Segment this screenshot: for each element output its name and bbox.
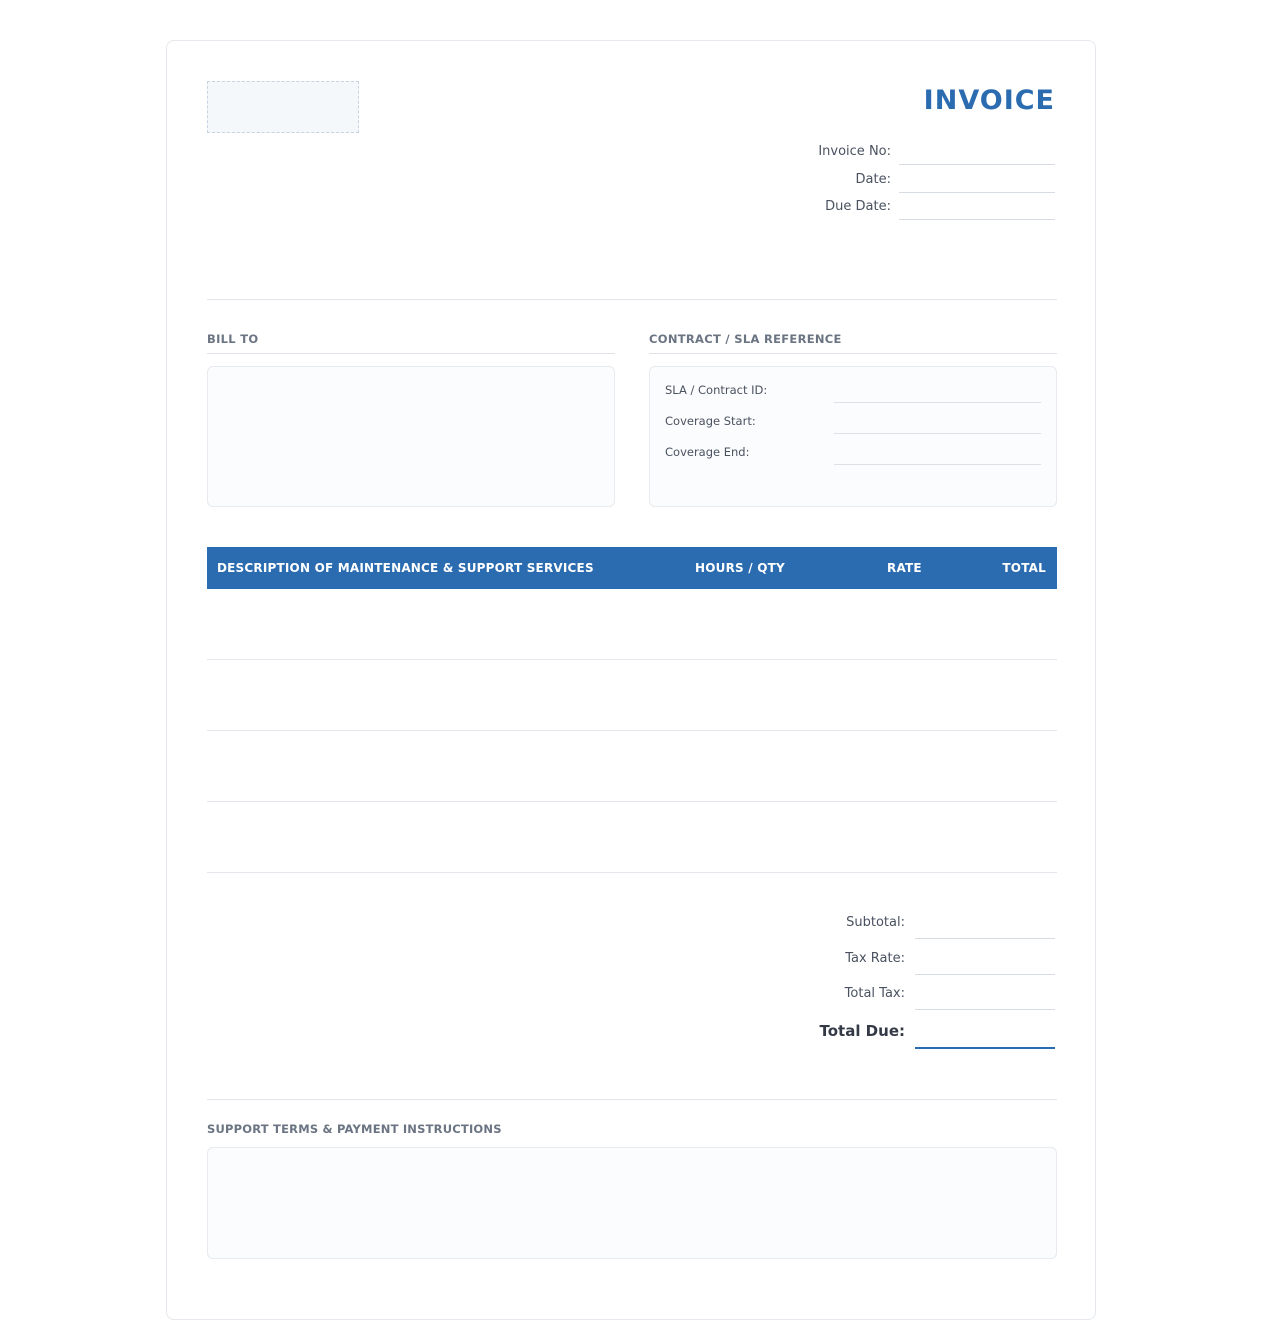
subtotal-label: Subtotal:: [846, 915, 905, 930]
terms-box[interactable]: [207, 1147, 1057, 1259]
column-total: TOTAL: [1002, 561, 1046, 575]
contract-id-label: SLA / Contract ID:: [665, 383, 768, 397]
table-row[interactable]: [207, 731, 1057, 802]
contract-id-field[interactable]: [834, 402, 1041, 403]
bill-to-label: BILL TO: [207, 332, 615, 354]
contract-box: SLA / Contract ID: Coverage Start: Cover…: [649, 366, 1057, 507]
coverage-end-row: Coverage End:: [665, 441, 1041, 465]
tax-rate-label: Tax Rate:: [845, 951, 905, 966]
subtotal-field[interactable]: [915, 938, 1055, 939]
invoice-date-row: Date:: [755, 165, 1055, 193]
total-tax-label: Total Tax:: [844, 986, 905, 1001]
total-tax-row: Total Tax:: [755, 975, 1055, 1010]
logo-placeholder[interactable]: [207, 81, 359, 133]
terms-label: SUPPORT TERMS & PAYMENT INSTRUCTIONS: [207, 1122, 502, 1136]
subtotal-row: Subtotal:: [755, 904, 1055, 939]
header-divider: [207, 299, 1057, 300]
coverage-start-field[interactable]: [834, 433, 1041, 434]
total-due-label: Total Due:: [819, 1022, 905, 1040]
due-date-label: Due Date:: [825, 199, 891, 214]
contract-label: CONTRACT / SLA REFERENCE: [649, 332, 1057, 354]
total-due-field[interactable]: [915, 1047, 1055, 1049]
tax-rate-row: Tax Rate:: [755, 940, 1055, 975]
invoice-page: INVOICE Invoice No: Date: Due Date: BILL…: [166, 40, 1096, 1320]
bill-to-box[interactable]: [207, 366, 615, 507]
contract-id-row: SLA / Contract ID:: [665, 379, 1041, 403]
coverage-start-label: Coverage Start:: [665, 414, 756, 428]
invoice-number-row: Invoice No:: [755, 137, 1055, 165]
total-tax-field[interactable]: [915, 1009, 1055, 1010]
column-hours-qty: HOURS / QTY: [695, 561, 785, 575]
coverage-start-row: Coverage Start:: [665, 410, 1041, 434]
table-row[interactable]: [207, 589, 1057, 660]
services-table-header: DESCRIPTION OF MAINTENANCE & SUPPORT SER…: [207, 547, 1057, 589]
due-date-row: Due Date:: [755, 192, 1055, 220]
total-due-row: Total Due:: [755, 1014, 1055, 1049]
table-row[interactable]: [207, 802, 1057, 873]
due-date-field[interactable]: [899, 219, 1055, 220]
column-description: DESCRIPTION OF MAINTENANCE & SUPPORT SER…: [217, 561, 594, 575]
invoice-number-label: Invoice No:: [818, 144, 891, 159]
table-row[interactable]: [207, 660, 1057, 731]
invoice-date-label: Date:: [855, 172, 891, 187]
column-rate: RATE: [887, 561, 922, 575]
coverage-end-label: Coverage End:: [665, 445, 750, 459]
invoice-title: INVOICE: [923, 85, 1055, 116]
terms-divider: [207, 1099, 1057, 1100]
coverage-end-field[interactable]: [834, 464, 1041, 465]
